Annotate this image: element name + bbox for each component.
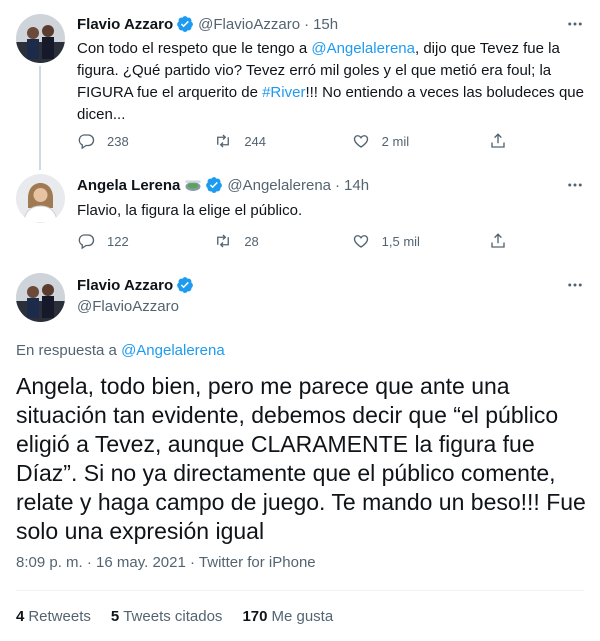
retweets-stat[interactable]: 4 Retweets	[16, 608, 91, 625]
retweet-button[interactable]: 28	[214, 232, 324, 250]
likes-label: Me gusta	[271, 608, 334, 625]
user-handle[interactable]: @FlavioAzzaro	[198, 16, 300, 33]
retweets-count: 4	[16, 608, 25, 625]
replying-to: En respuesta a @Angelalerena	[16, 342, 225, 359]
retweet-count: 244	[244, 133, 267, 149]
tweet-text: Con todo el respeto que le tengo a @Ange…	[77, 38, 587, 126]
timestamp[interactable]: 15h	[313, 16, 338, 33]
tweet-meta: 8:09 p. m. · 16 may. 2021 · Twitter for …	[16, 554, 316, 571]
more-options-icon[interactable]	[564, 176, 586, 194]
likes-stat[interactable]: 170 Me gusta	[242, 608, 333, 625]
like-button[interactable]: 1,5 mil	[352, 232, 462, 250]
tweet-header: Angela Lerena @Angelalerena · 14h	[77, 175, 369, 195]
quotes-stat[interactable]: 5 Tweets citados	[111, 608, 223, 625]
retweet-icon	[217, 234, 230, 248]
display-name[interactable]: Flavio Azzaro	[77, 277, 173, 294]
verified-badge-icon	[176, 276, 194, 294]
verified-badge-icon	[176, 15, 194, 33]
tweet-stats: 4 Retweets 5 Tweets citados 170 Me gusta	[16, 608, 333, 625]
reply-icon	[78, 134, 95, 150]
avatar[interactable]	[16, 273, 65, 322]
like-count: 2 mil	[381, 133, 410, 149]
post-time[interactable]: 8:09 p. m.	[16, 554, 83, 571]
verified-badge-icon	[205, 176, 223, 194]
timestamp[interactable]: 14h	[344, 177, 369, 194]
replying-prefix: En respuesta a	[16, 342, 122, 359]
mention-link[interactable]: @Angelalerena	[121, 342, 225, 359]
more-options-icon[interactable]	[564, 276, 586, 294]
avatar[interactable]	[16, 14, 65, 63]
tweet-actions: 122 28 1,5 mil	[77, 231, 507, 251]
likes-count: 170	[242, 608, 268, 625]
tweet-text-part: Con todo el respeto que le tengo a	[77, 40, 312, 57]
tweet-angela[interactable]: Angela Lerena @Angelalerena · 14h Flavio…	[0, 170, 600, 260]
share-button[interactable]	[489, 232, 507, 250]
separator-dot: ·	[335, 176, 341, 194]
tweet-flavio-1[interactable]: Flavio Azzaro @FlavioAzzaro · 15h Con to…	[0, 0, 600, 170]
tweet-actions: 238 244 2 mil	[77, 131, 507, 151]
share-button[interactable]	[489, 132, 507, 150]
hashtag-link[interactable]: #River	[262, 84, 305, 101]
display-name[interactable]: Flavio Azzaro	[77, 16, 173, 33]
separator-dot: ·	[86, 554, 92, 571]
thread-line	[39, 66, 41, 170]
main-tweet-text: Angela, todo bien, pero me parece que an…	[16, 373, 586, 544]
like-icon	[353, 135, 368, 148]
reply-icon	[78, 234, 95, 250]
like-count: 1,5 mil	[381, 233, 420, 249]
divider	[16, 590, 584, 591]
reply-count: 122	[107, 233, 129, 249]
post-date[interactable]: 16 may. 2021	[96, 554, 186, 571]
quotes-label: Tweets citados	[123, 608, 223, 625]
retweet-button[interactable]: 244	[214, 132, 324, 150]
separator-dot: ·	[190, 554, 195, 571]
like-button[interactable]: 2 mil	[352, 132, 462, 150]
source-link[interactable]: Twitter for iPhone	[199, 554, 316, 571]
user-handle[interactable]: @Angelalerena	[227, 177, 331, 194]
main-author: Flavio Azzaro	[77, 276, 194, 294]
reply-button[interactable]: 238	[77, 132, 187, 150]
retweet-count: 28	[244, 233, 259, 249]
more-options-icon[interactable]	[564, 15, 586, 33]
tweet-header: Flavio Azzaro @FlavioAzzaro · 15h	[77, 14, 338, 34]
separator-dot: ·	[304, 15, 310, 33]
reply-button[interactable]: 122	[77, 232, 187, 250]
stadium-emoji-icon	[184, 176, 202, 194]
share-icon	[491, 233, 505, 248]
like-icon	[353, 235, 368, 248]
share-icon	[491, 133, 505, 148]
display-name[interactable]: Angela Lerena	[77, 177, 180, 194]
mention-link[interactable]: @Angelalerena	[311, 40, 415, 57]
user-handle[interactable]: @FlavioAzzaro	[77, 298, 179, 315]
retweets-label: Retweets	[28, 608, 91, 625]
tweet-text: Flavio, la figura la elige el público.	[77, 202, 303, 219]
reply-count: 238	[107, 133, 129, 149]
avatar[interactable]	[16, 174, 65, 223]
retweet-icon	[217, 134, 230, 148]
quotes-count: 5	[110, 608, 120, 625]
